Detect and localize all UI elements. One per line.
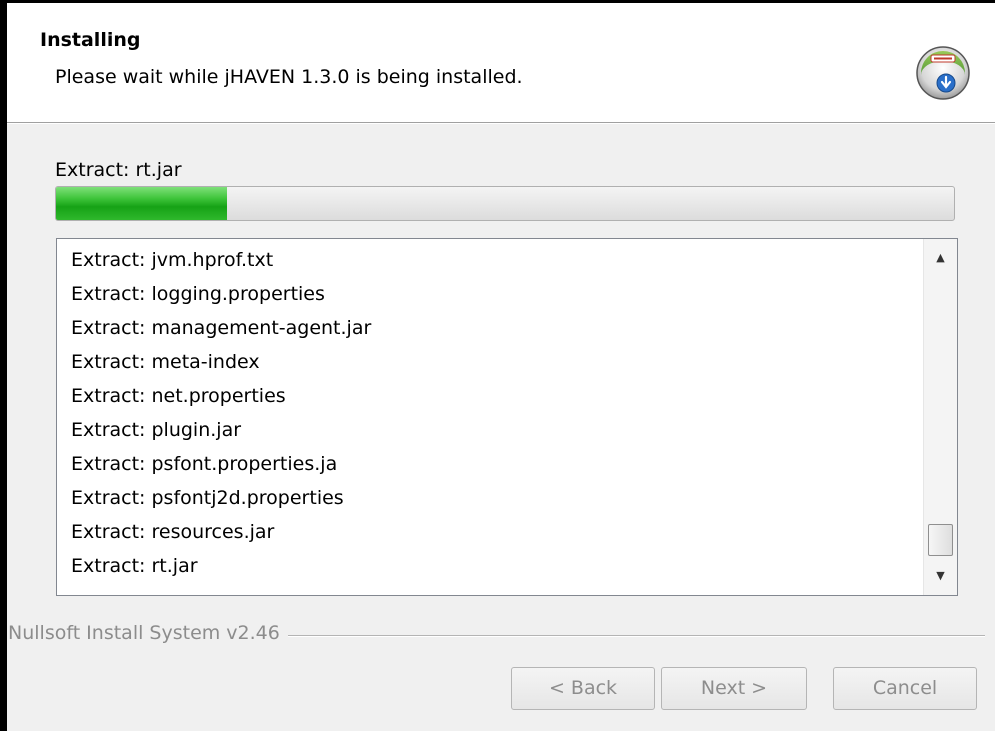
header-separator-highlight — [7, 123, 995, 124]
log-item: Extract: jvm.hprof.txt — [71, 249, 274, 271]
scrollbar-thumb[interactable] — [928, 524, 953, 556]
next-button[interactable]: Next > — [661, 667, 807, 710]
progress-fill — [56, 187, 227, 220]
scroll-down-arrow-icon[interactable]: ▼ — [924, 559, 957, 593]
log-item: Extract: psfont.properties.ja — [71, 453, 338, 475]
page-subtitle: Please wait while jHAVEN 1.3.0 is being … — [55, 66, 523, 88]
log-item: Extract: management-agent.jar — [71, 317, 372, 339]
log-items: Extract: jvm.hprof.txt Extract: logging.p… — [71, 243, 371, 583]
log-scrollbar[interactable]: ▲ ▼ — [923, 239, 957, 595]
installer-branding: Nullsoft Install System v2.46 — [8, 622, 288, 644]
log-item: Extract: plugin.jar — [71, 419, 242, 441]
install-log-list[interactable]: Extract: jvm.hprof.txt Extract: logging.p… — [56, 238, 958, 596]
log-item: Extract: meta-index — [71, 351, 260, 373]
log-item: Extract: logging.properties — [71, 283, 325, 305]
window-frame-left — [0, 0, 7, 731]
back-button[interactable]: < Back — [511, 667, 655, 710]
scroll-up-arrow-icon[interactable]: ▲ — [924, 241, 957, 275]
cancel-button[interactable]: Cancel — [833, 667, 977, 710]
page-title: Installing — [40, 29, 141, 51]
installer-disc-icon — [913, 43, 973, 103]
installer-header: Installing Please wait while jHAVEN 1.3.… — [7, 3, 995, 122]
log-item: Extract: net.properties — [71, 385, 286, 407]
current-action-label: Extract: rt.jar — [55, 159, 182, 181]
log-item: Extract: resources.jar — [71, 521, 275, 543]
log-item: Extract: psfontj2d.properties — [71, 487, 344, 509]
log-item: Extract: rt.jar — [71, 555, 198, 577]
install-progress-bar — [55, 186, 955, 221]
